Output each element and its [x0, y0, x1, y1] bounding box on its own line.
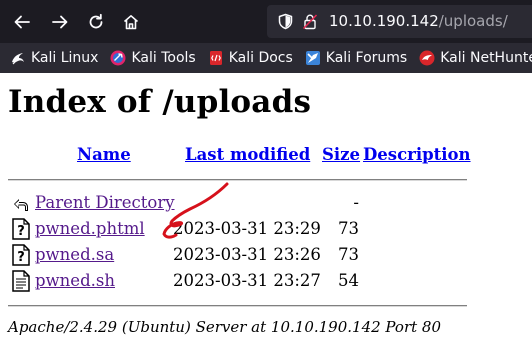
file-size: 73: [338, 245, 359, 264]
file-size: 54: [338, 271, 359, 290]
file-link[interactable]: pwned.phtml: [35, 219, 145, 238]
reload-icon: [89, 13, 103, 29]
file-link[interactable]: pwned.sh: [35, 271, 115, 290]
back-arrow-icon: [14, 199, 28, 211]
kali-dragon-icon: [12, 53, 24, 65]
svg-text:?: ?: [17, 224, 25, 239]
bookmark-kali-docs[interactable]: Kali Docs: [208, 50, 293, 66]
column-header-last-modified[interactable]: Last modified: [185, 145, 310, 164]
header-divider: [8, 179, 467, 181]
file-size: -: [353, 193, 359, 212]
file-date: 2023-03-31 23:27: [173, 271, 321, 290]
address-bar[interactable]: 10.10.190.142/uploads/: [267, 5, 532, 38]
home-icon: [123, 15, 139, 30]
url-text[interactable]: 10.10.190.142/uploads/: [329, 12, 508, 30]
forward-button[interactable]: [48, 10, 72, 34]
bookmark-label: Kali Docs: [228, 50, 293, 66]
bookmark-label: Kali Linux: [31, 50, 99, 66]
url-host: 10.10.190.142: [329, 12, 439, 30]
file-date: 2023-03-31 23:29: [173, 219, 321, 238]
url-path: /uploads/: [438, 12, 508, 30]
column-header-description[interactable]: Description: [363, 145, 471, 164]
bookmark-label: Kali Forums: [325, 50, 408, 66]
server-signature: Apache/2.4.29 (Ubuntu) Server at 10.10.1…: [8, 318, 442, 336]
unknown-file-icon: ?: [12, 218, 30, 240]
bookmark-kali-nethunter[interactable]: Kali NetHunter: [419, 50, 532, 66]
kali-forums-icon: [305, 51, 320, 65]
kali-tools-icon: [110, 50, 126, 66]
file-link[interactable]: pwned.sa: [35, 245, 114, 264]
file-date: 2023-03-31 23:26: [173, 245, 321, 264]
text-file-icon: [12, 270, 30, 292]
page-content: Index of /uploads Name Last modified Siz…: [0, 73, 532, 351]
file-size: 73: [338, 219, 359, 238]
bookmark-kali-forums[interactable]: Kali Forums: [305, 50, 407, 66]
kali-docs-icon: [209, 51, 222, 65]
bookmark-kali-linux[interactable]: Kali Linux: [10, 50, 98, 66]
table-row: ? pwned.phtml 2023-03-31 23:29 73: [0, 217, 532, 241]
svg-text:?: ?: [17, 250, 25, 265]
column-header-size[interactable]: Size: [322, 145, 360, 164]
bookmarks-bar: Kali Linux Kali Tools Kali Docs Kali For…: [0, 43, 532, 73]
bookmark-kali-tools[interactable]: Kali Tools: [110, 50, 196, 66]
bookmark-label: Kali NetHunter: [440, 50, 532, 66]
shield-icon[interactable]: [277, 13, 294, 30]
kali-nethunter-icon: [419, 50, 435, 66]
unknown-file-icon: ?: [12, 244, 30, 266]
forward-arrow-icon: [52, 15, 68, 29]
table-row: Parent Directory -: [0, 191, 532, 215]
page-title: Index of /uploads: [8, 84, 312, 120]
back-arrow-icon: [14, 15, 30, 29]
reload-button[interactable]: [84, 10, 108, 34]
browser-toolbar: 10.10.190.142/uploads/: [0, 0, 532, 43]
footer-divider: [8, 305, 467, 307]
bookmark-label: Kali Tools: [131, 50, 196, 66]
insecure-lock-icon[interactable]: [302, 13, 318, 30]
back-button[interactable]: [10, 10, 34, 34]
home-button[interactable]: [119, 10, 143, 34]
table-row: ? pwned.sa 2023-03-31 23:26 73: [0, 243, 532, 267]
file-link[interactable]: Parent Directory: [35, 193, 175, 212]
column-header-name[interactable]: Name: [77, 145, 131, 164]
table-row: pwned.sh 2023-03-31 23:27 54: [0, 269, 532, 293]
